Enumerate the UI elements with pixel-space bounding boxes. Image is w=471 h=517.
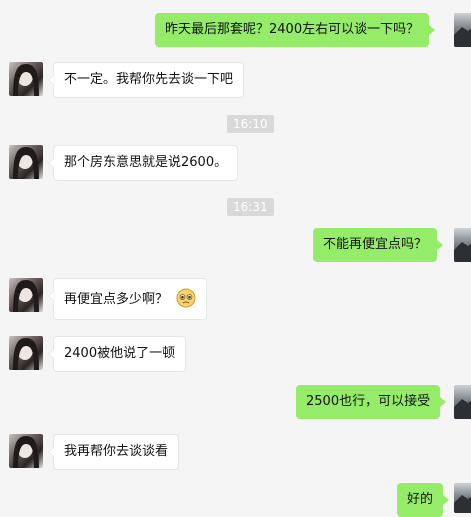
avatar-image-icon <box>13 280 39 312</box>
avatar-image-icon <box>13 338 39 370</box>
avatar-image-icon <box>454 27 471 47</box>
message-bubble-incoming[interactable]: 我再帮你去谈谈看 <box>47 434 180 470</box>
message-text: 我再帮你去谈谈看 <box>64 444 169 459</box>
message-row-outgoing: 不能再便宜点吗？ <box>0 228 471 262</box>
message-text: 再便宜点多少啊？ <box>64 292 169 307</box>
message-row-incoming: 不一定。我帮你先去谈一下吧 <box>0 62 471 98</box>
contact-avatar[interactable] <box>9 434 43 468</box>
message-text: 那个房东意思就是说2600。 <box>64 155 228 170</box>
message-row-incoming: 那个房东意思就是说2600。 <box>0 145 471 181</box>
my-avatar[interactable] <box>454 228 471 262</box>
contact-avatar[interactable] <box>9 145 43 179</box>
contact-avatar[interactable] <box>9 278 43 312</box>
message-row-incoming: 我再帮你去谈谈看 <box>0 434 471 470</box>
avatar-image-icon <box>454 242 471 262</box>
message-row-outgoing: 好的 <box>0 483 471 517</box>
message-bubble-incoming[interactable]: 再便宜点多少啊？ <box>47 278 208 320</box>
avatar-image-icon <box>13 436 39 468</box>
message-text: 2500也行，可以接受 <box>306 394 431 409</box>
contact-avatar[interactable] <box>9 336 43 370</box>
message-bubble-outgoing[interactable]: 昨天最后那套呢？2400左右可以谈一下吗？ <box>155 13 436 47</box>
message-bubble-incoming[interactable]: 不一定。我帮你先去谈一下吧 <box>47 62 245 98</box>
contact-avatar[interactable] <box>9 62 43 96</box>
avatar-image-icon <box>13 64 39 96</box>
timestamp-divider: 16:31 <box>227 198 274 216</box>
message-text: 不一定。我帮你先去谈一下吧 <box>64 72 234 87</box>
message-text: 昨天最后那套呢？2400左右可以谈一下吗？ <box>165 22 420 37</box>
message-bubble-incoming[interactable]: 那个房东意思就是说2600。 <box>47 145 239 181</box>
my-avatar[interactable] <box>454 13 471 47</box>
my-avatar[interactable] <box>454 483 471 513</box>
message-row-outgoing: 昨天最后那套呢？2400左右可以谈一下吗？ <box>0 13 471 47</box>
message-bubble-incoming[interactable]: 2400被他说了一顿 <box>47 336 187 372</box>
avatar-image-icon <box>13 147 39 179</box>
avatar-image-icon <box>454 495 471 513</box>
message-bubble-outgoing[interactable]: 不能再便宜点吗？ <box>313 228 444 262</box>
message-row-outgoing: 2500也行，可以接受 <box>0 385 471 419</box>
message-text: 2400被他说了一顿 <box>64 346 176 361</box>
message-bubble-outgoing[interactable]: 好的 <box>397 483 450 517</box>
message-row-incoming: 2400被他说了一顿 <box>0 336 471 372</box>
message-row-incoming: 再便宜点多少啊？ <box>0 278 471 320</box>
timestamp-divider: 16:10 <box>227 115 274 133</box>
timestamp-text: 16:10 <box>233 117 268 131</box>
timestamp-text: 16:31 <box>233 200 268 214</box>
message-bubble-outgoing[interactable]: 2500也行，可以接受 <box>296 385 447 419</box>
my-avatar[interactable] <box>454 385 471 419</box>
chat-conversation: 昨天最后那套呢？2400左右可以谈一下吗？ 不一定。我帮你先去谈一下吧 16:1… <box>0 0 471 517</box>
pleading-face-icon <box>176 288 196 308</box>
message-text: 不能再便宜点吗？ <box>323 237 428 252</box>
avatar-image-icon <box>454 399 471 419</box>
message-text: 好的 <box>407 492 434 507</box>
